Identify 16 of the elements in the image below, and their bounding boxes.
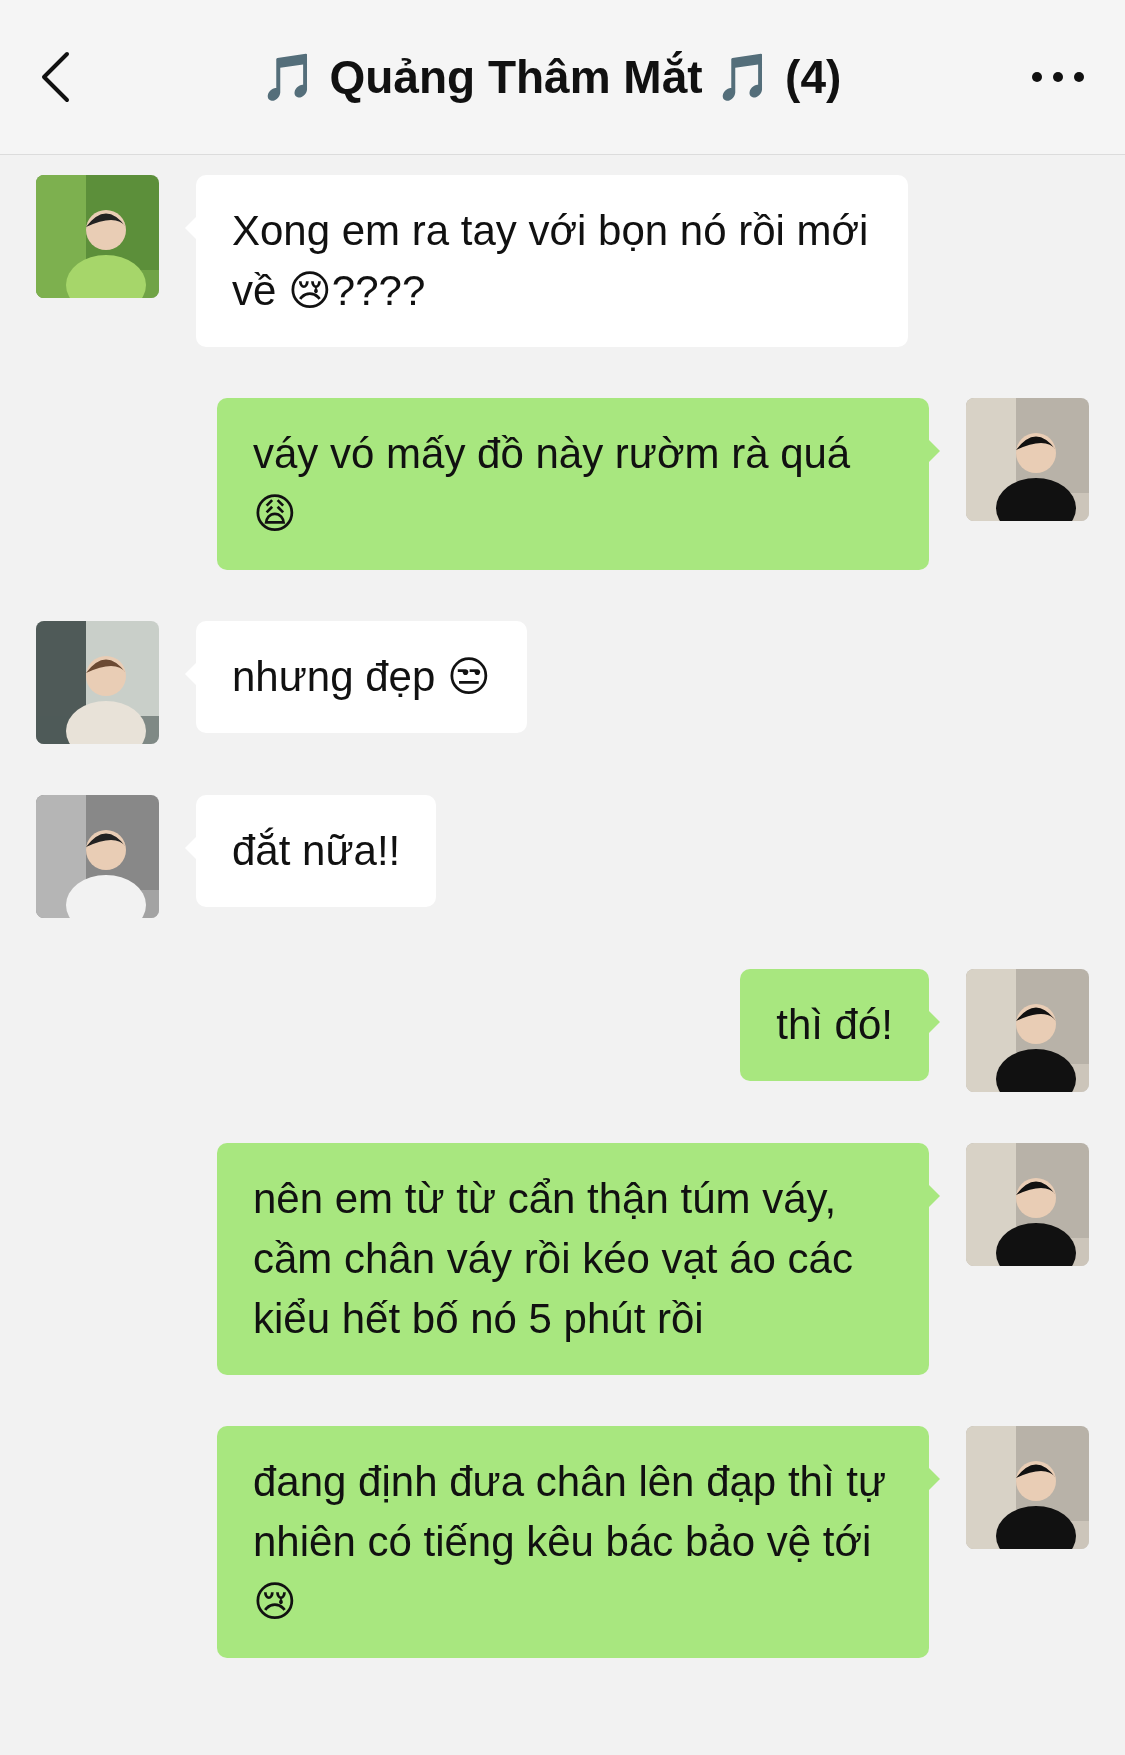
message-bubble: váy vó mấy đồ này rườm rà quá 😩 bbox=[217, 398, 929, 570]
chat-title: 🎵 Quảng Thâm Mắt 🎵 (4) bbox=[259, 50, 842, 104]
message-bubble: Xong em ra tay với bọn nó rồi mới về 😢???? bbox=[196, 175, 908, 347]
message-bubble: đắt nữa!! bbox=[196, 795, 437, 907]
message-bubble: nhưng đẹp 😒 bbox=[196, 621, 527, 733]
back-button[interactable] bbox=[40, 51, 70, 103]
more-icon bbox=[1031, 71, 1085, 83]
bubble-tail bbox=[929, 440, 940, 462]
bubble-tail bbox=[929, 1185, 940, 1207]
back-icon bbox=[40, 51, 70, 103]
message-bubble: nên em từ từ cẩn thận túm váy, cầm chân váy rồi kéo vạt áo các kiểu hết bố nó 5 phút rồi bbox=[217, 1143, 929, 1375]
bubble-tail bbox=[929, 1468, 940, 1490]
message-bubble: đang định đưa chân lên đạp thì tự nhiên có tiếng kêu bác bảo vệ tới 😢 bbox=[217, 1426, 929, 1658]
bubble-tail bbox=[929, 1011, 940, 1033]
more-button[interactable] bbox=[1031, 71, 1085, 83]
message-bubble: thì đó! bbox=[740, 969, 929, 1081]
